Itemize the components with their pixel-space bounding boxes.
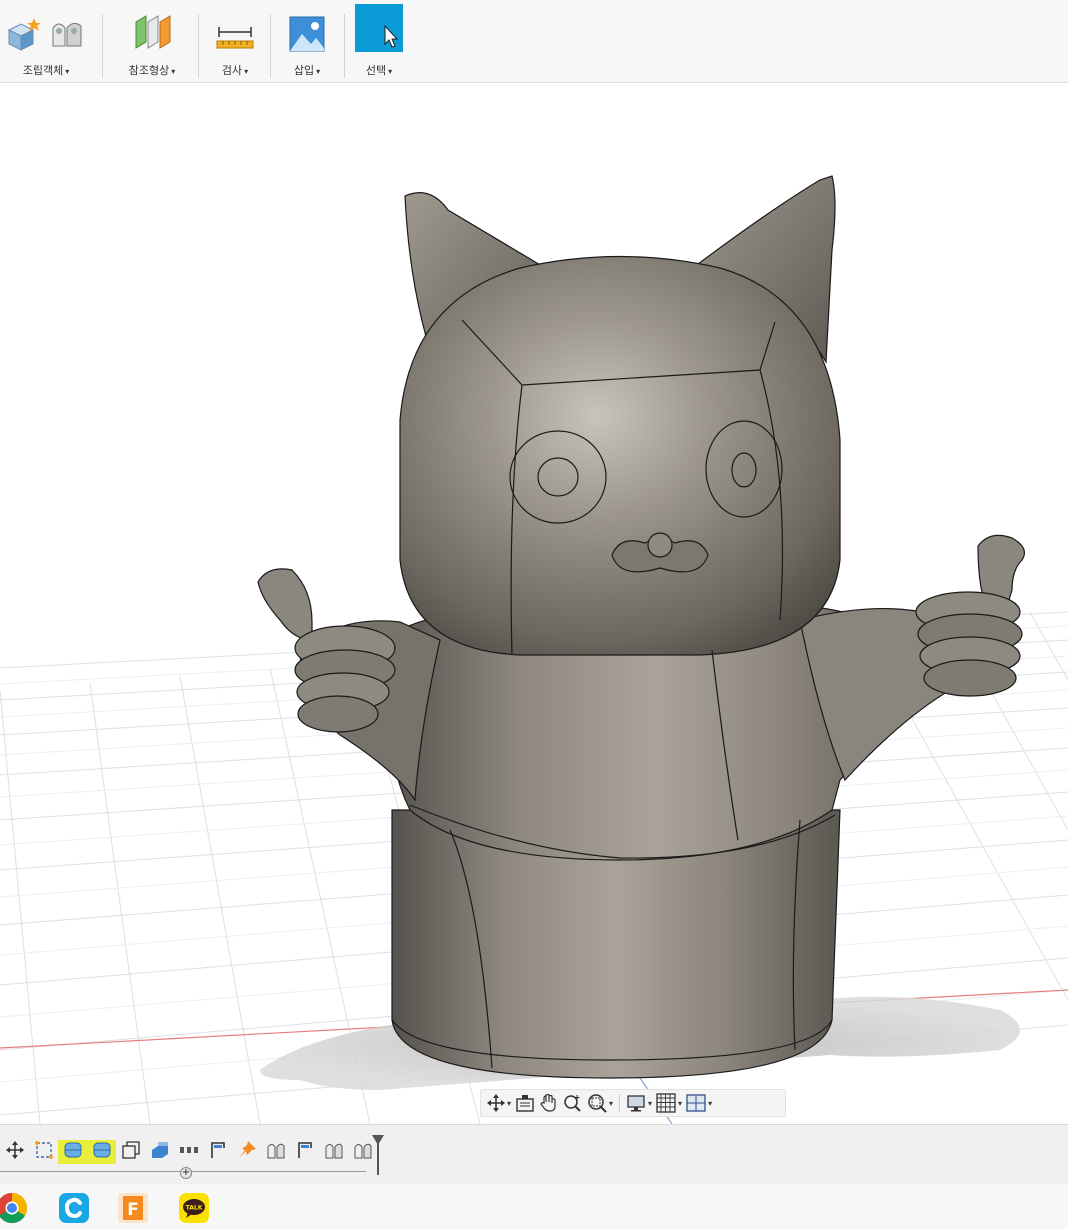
new-component-icon[interactable] <box>7 16 43 56</box>
navigation-bar: ▾ ▾ ▾ ▾ ▾ <box>480 1089 786 1117</box>
ribbon-divider <box>102 14 103 78</box>
timeline-playhead[interactable] <box>371 1135 385 1175</box>
form-feature-icon <box>63 1140 83 1164</box>
form-feature-icon <box>92 1140 112 1164</box>
fusion-icon: F <box>117 1193 149 1228</box>
toolbar-group-insert[interactable]: 삽입 ▾ <box>276 12 338 80</box>
viewports-button[interactable]: ▾ <box>686 1092 712 1114</box>
navbar-divider <box>619 1094 621 1112</box>
timeline-feature-pin[interactable] <box>232 1140 261 1164</box>
cat-model[interactable] <box>257 175 1025 1079</box>
toolbar-group-label: 조립객체 ▾ <box>22 64 70 77</box>
joint-feature-icon <box>324 1140 344 1164</box>
timeline-feature-form[interactable] <box>87 1140 116 1164</box>
joint-feature-icon <box>266 1140 286 1164</box>
plane-feature-icon <box>295 1140 315 1164</box>
plane-feature-icon <box>208 1140 228 1164</box>
timeline-feature-pattern[interactable] <box>174 1140 203 1164</box>
toolbar-ribbon: 조립객체 ▾ 참조형상 ▾ 검사 ▾ 삽입 ▾ 선택 ▾ <box>0 0 1068 83</box>
canvas-viewport[interactable] <box>0 84 1068 1124</box>
display-settings-button[interactable]: ▾ <box>626 1092 652 1114</box>
pin-feature-icon <box>237 1140 257 1164</box>
right-thumb-up <box>915 534 1025 697</box>
zoom-button[interactable] <box>563 1092 583 1114</box>
pan-button[interactable] <box>539 1092 559 1114</box>
offset-plane-icon[interactable] <box>132 12 172 56</box>
toolbar-group-label: 삽입 ▾ <box>293 64 321 77</box>
svg-text:F: F <box>127 1200 139 1220</box>
shell-feature-icon <box>121 1140 141 1164</box>
timeline-features <box>0 1139 377 1165</box>
joint-icon[interactable] <box>49 16 85 56</box>
look-at-icon <box>515 1094 535 1112</box>
fusion-taskbar-button[interactable]: F <box>117 1192 149 1224</box>
toolbar-group-label: 선택 ▾ <box>365 64 393 77</box>
pattern-feature-icon <box>179 1140 199 1164</box>
timeline-feature-joint[interactable] <box>261 1140 290 1164</box>
model-canvas <box>0 175 1068 1124</box>
timeline-add-marker[interactable]: + <box>180 1167 192 1179</box>
toolbar-group-label: 참조형상 ▾ <box>128 64 176 77</box>
ribbon-divider <box>344 14 345 78</box>
chrome-taskbar-button[interactable] <box>0 1192 28 1224</box>
ribbon-divider <box>198 14 199 78</box>
grid-settings-icon <box>656 1093 676 1113</box>
orbit-button[interactable]: ▾ <box>487 1092 511 1114</box>
timeline-feature-body[interactable] <box>145 1140 174 1164</box>
chrome-icon <box>0 1193 28 1228</box>
ribbon-divider <box>270 14 271 78</box>
kakaotalk-icon: TALK <box>178 1193 210 1228</box>
sketch-feature-icon <box>34 1140 54 1164</box>
c-app-taskbar-button[interactable] <box>58 1192 90 1224</box>
toolbar-group-assemble[interactable]: 조립객체 ▾ <box>0 12 92 80</box>
timeline-feature-shell[interactable] <box>116 1140 145 1164</box>
orbit-icon <box>487 1094 505 1112</box>
timeline-feature-plane[interactable] <box>290 1140 319 1164</box>
toolbar-group-label: 검사 ▾ <box>221 64 249 77</box>
measure-icon[interactable] <box>215 22 255 56</box>
fit-icon <box>587 1093 607 1113</box>
timeline-feature-plane[interactable] <box>203 1140 232 1164</box>
viewports-icon <box>686 1094 706 1112</box>
toolbar-group-construct[interactable]: 참조형상 ▾ <box>110 12 194 80</box>
select-icon[interactable] <box>355 4 403 56</box>
fit-button[interactable]: ▾ <box>587 1092 613 1114</box>
timeline-feature-form[interactable] <box>58 1140 87 1164</box>
toolbar-group-select[interactable]: 선택 ▾ <box>350 4 408 80</box>
os-taskbar: F TALK <box>0 1184 1068 1229</box>
timeline-feature-sketch[interactable] <box>29 1140 58 1164</box>
timeline-feature-joint[interactable] <box>319 1140 348 1164</box>
toolbar-group-inspect[interactable]: 검사 ▾ <box>204 12 266 80</box>
grid-settings-button[interactable]: ▾ <box>656 1092 682 1114</box>
look-at-button[interactable] <box>515 1092 535 1114</box>
zoom-icon <box>563 1093 583 1113</box>
svg-text:TALK: TALK <box>186 1205 203 1212</box>
display-settings-icon <box>626 1094 646 1112</box>
body-feature-icon <box>150 1140 170 1164</box>
c-app-icon <box>58 1193 90 1228</box>
insert-image-icon[interactable] <box>289 16 325 56</box>
model-head[interactable] <box>399 255 841 656</box>
timeline-feature-move[interactable] <box>0 1140 29 1164</box>
kakaotalk-taskbar-button[interactable]: TALK <box>178 1192 210 1224</box>
timeline-bar: + <box>0 1124 1068 1184</box>
move-feature-icon <box>5 1141 24 1163</box>
pan-icon <box>539 1093 559 1113</box>
joint-feature-icon <box>353 1140 373 1164</box>
